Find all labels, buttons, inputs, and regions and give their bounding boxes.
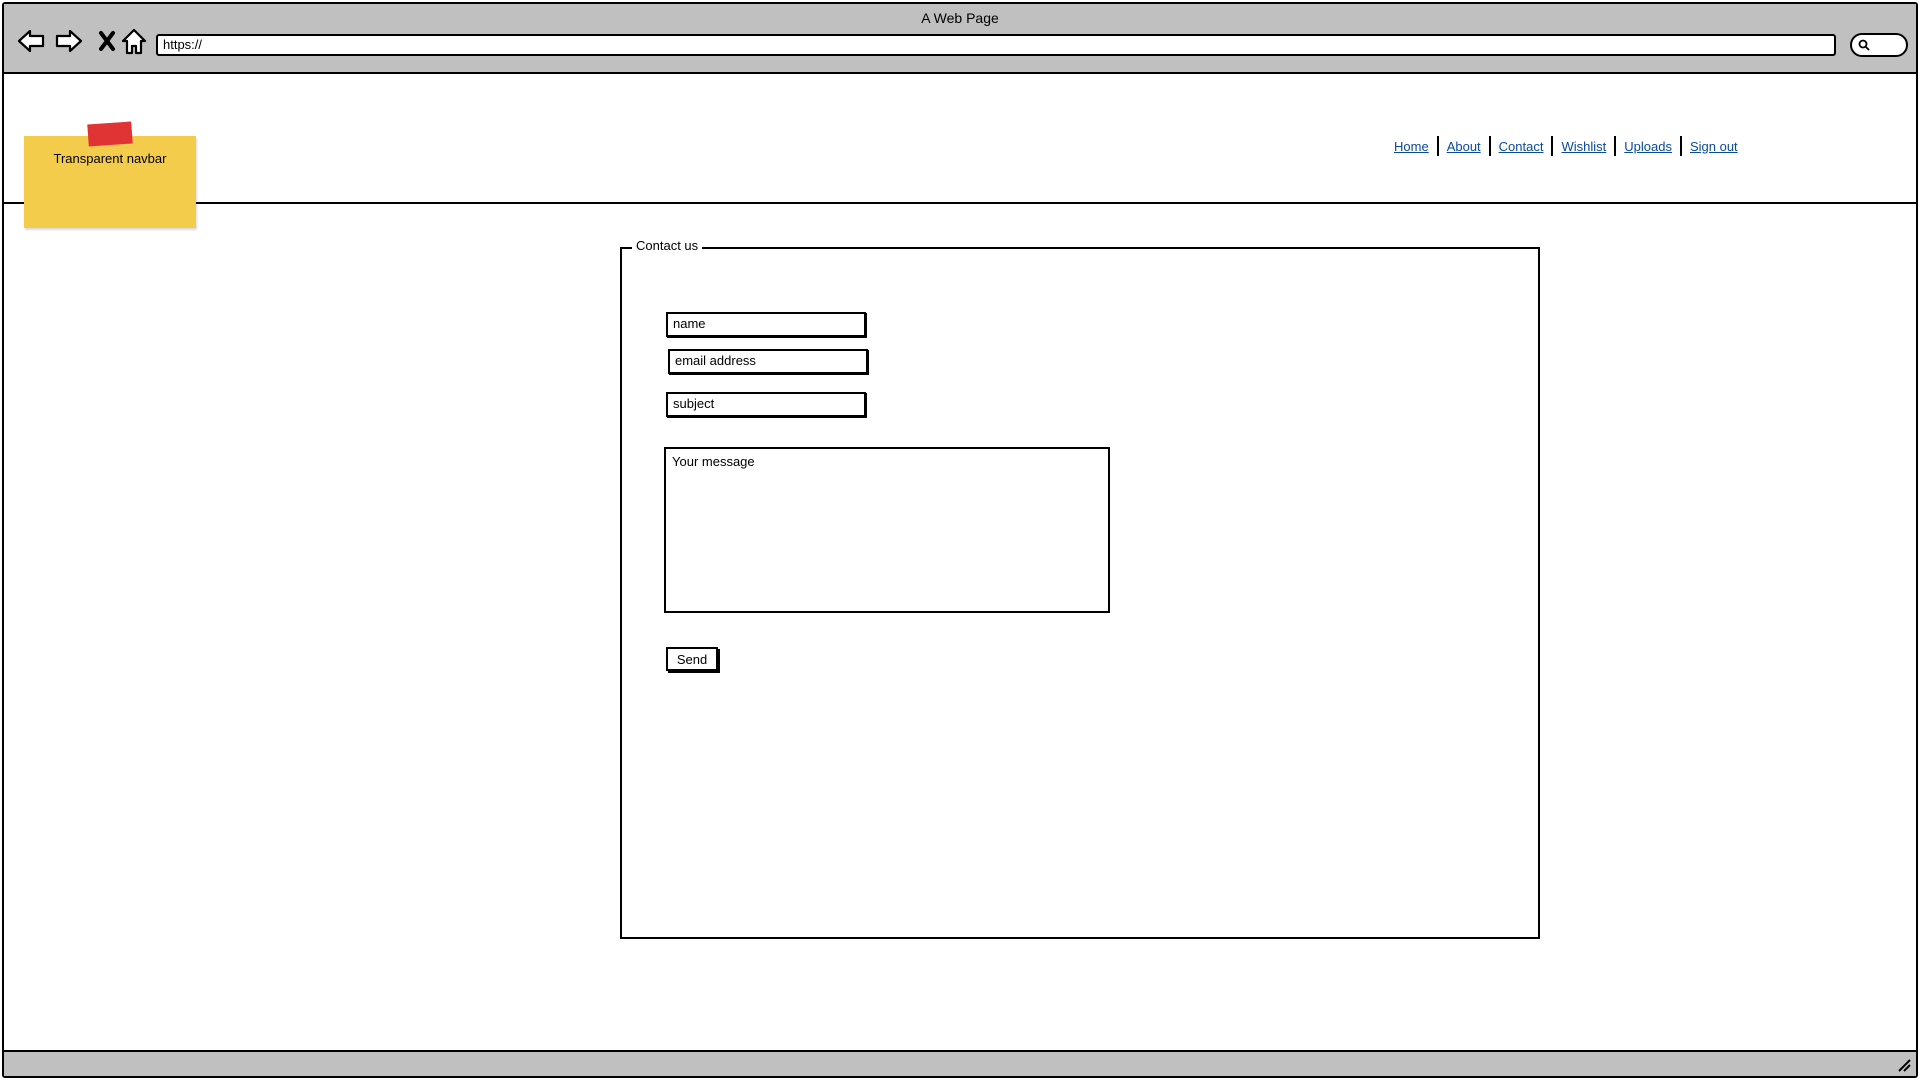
- home-icon[interactable]: [119, 26, 149, 56]
- forward-arrow-icon[interactable]: [54, 26, 84, 56]
- send-button[interactable]: Send: [666, 647, 718, 671]
- nav-link-wishlist[interactable]: Wishlist: [1553, 139, 1614, 154]
- top-navigation: Home About Contact Wishlist Uploads Sign…: [1386, 136, 1746, 156]
- nav-link-home[interactable]: Home: [1386, 139, 1437, 154]
- subject-input[interactable]: subject: [666, 392, 866, 417]
- nav-link-sign-out[interactable]: Sign out: [1682, 139, 1746, 154]
- message-textarea[interactable]: Your message: [664, 447, 1110, 613]
- send-button-label: Send: [676, 651, 708, 667]
- nav-link-about[interactable]: About: [1439, 139, 1489, 154]
- back-arrow-icon[interactable]: [16, 26, 46, 56]
- nav-link-uploads[interactable]: Uploads: [1616, 139, 1680, 154]
- sticky-note-text: Transparent navbar: [53, 151, 167, 166]
- url-input[interactable]: https://: [156, 34, 1836, 56]
- contact-legend: Contact us: [632, 238, 703, 253]
- browser-statusbar: [4, 1050, 1916, 1076]
- sticky-tape: [87, 121, 133, 147]
- window-title: A Web Page: [921, 10, 999, 26]
- nav-link-contact[interactable]: Contact: [1491, 139, 1552, 154]
- browser-search-field[interactable]: [1850, 33, 1908, 57]
- close-x-icon[interactable]: [92, 26, 122, 56]
- search-icon: [1858, 39, 1870, 51]
- browser-toolbar: A Web Page https://: [4, 4, 1916, 74]
- resize-grip-icon[interactable]: [1896, 1057, 1912, 1073]
- email-input[interactable]: email address: [668, 349, 868, 374]
- name-input[interactable]: name: [666, 312, 866, 337]
- sticky-note: [24, 136, 196, 228]
- header-divider: [2, 202, 1916, 204]
